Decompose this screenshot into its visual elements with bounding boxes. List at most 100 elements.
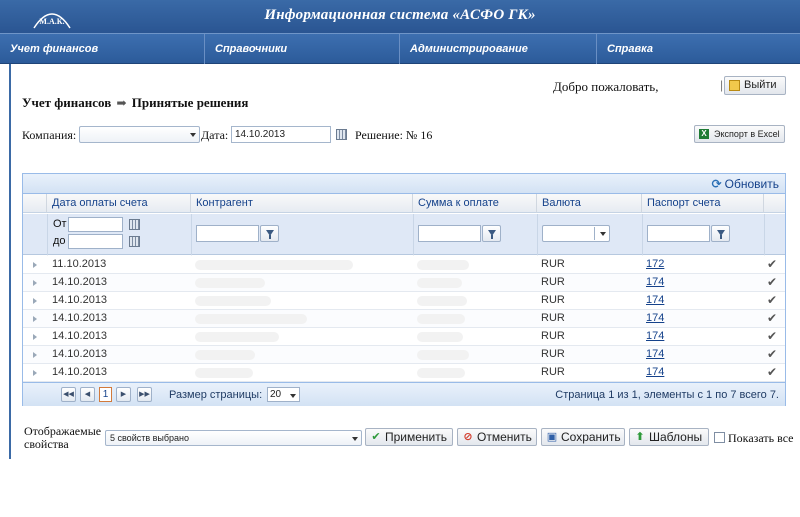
column-header-passport[interactable]: Паспорт счета: [642, 194, 764, 213]
check-icon: ✔: [371, 431, 381, 443]
company-select[interactable]: [79, 126, 200, 143]
apply-button[interactable]: ✔ Применить: [365, 428, 453, 446]
logout-label: Выйти: [744, 79, 777, 91]
date-input[interactable]: 14.10.2013: [231, 126, 331, 143]
next-page-button[interactable]: ▶: [116, 387, 131, 402]
row-expander-icon[interactable]: [33, 280, 37, 286]
row-expander-icon[interactable]: [33, 370, 37, 376]
row-amount: [417, 350, 469, 360]
table-row[interactable]: 14.10.2013 RUR 174 ✔: [23, 364, 785, 382]
row-expander-icon[interactable]: [33, 334, 37, 340]
displayed-properties-value: 5 свойств выбрано: [110, 433, 190, 443]
cancel-button[interactable]: ⊘ Отменить: [457, 428, 537, 446]
row-date: 14.10.2013: [52, 366, 108, 378]
row-passport-link[interactable]: 174: [646, 328, 664, 345]
calendar-icon[interactable]: [129, 219, 140, 230]
table-row[interactable]: 14.10.2013 RUR 174 ✔: [23, 292, 785, 310]
displayed-properties-select[interactable]: 5 свойств выбрано: [105, 430, 362, 446]
menu-item-help[interactable]: Справка: [596, 34, 800, 64]
check-icon: ✔: [767, 329, 778, 343]
amount-filter-button[interactable]: [482, 225, 501, 242]
counterparty-filter-button[interactable]: [260, 225, 279, 242]
page-size-label: Размер страницы:: [169, 389, 263, 401]
refresh-label: Обновить: [724, 177, 779, 191]
filter-separator: [537, 214, 538, 255]
menu-item-finance[interactable]: Учет финансов: [0, 34, 203, 64]
excel-icon: X: [699, 129, 709, 139]
check-icon: ✔: [767, 347, 778, 361]
row-amount: [417, 260, 469, 270]
row-passport-link[interactable]: 172: [646, 256, 664, 273]
calendar-icon[interactable]: [336, 129, 347, 140]
column-header-payment-date[interactable]: Дата оплаты счета: [47, 194, 191, 213]
user-name: [670, 80, 718, 94]
date-to-input[interactable]: [68, 234, 123, 249]
show-all-checkbox[interactable]: [714, 432, 725, 443]
templates-button[interactable]: ⬆ Шаблоны: [629, 428, 709, 446]
row-counterparty: [195, 350, 255, 360]
passport-filter-button[interactable]: [711, 225, 730, 242]
filter-separator: [191, 214, 192, 255]
row-expander-icon[interactable]: [33, 298, 37, 304]
amount-filter-input[interactable]: [418, 225, 481, 242]
row-date: 14.10.2013: [52, 330, 108, 342]
row-counterparty: [195, 368, 253, 378]
page-size-value: 20: [270, 389, 282, 400]
table-row[interactable]: 14.10.2013 RUR 174 ✔: [23, 346, 785, 364]
row-expander-icon[interactable]: [33, 352, 37, 358]
check-icon: ✔: [767, 275, 778, 289]
row-expander-icon[interactable]: [33, 316, 37, 322]
row-currency: RUR: [541, 348, 565, 360]
breadcrumb-section[interactable]: Учет финансов: [22, 95, 111, 110]
grid-toolbar: ⟳ Обновить: [23, 174, 785, 194]
menu-item-administration[interactable]: Администрирование: [399, 34, 595, 64]
date-from-label: От: [53, 218, 67, 230]
welcome-text: Добро пожаловать,: [553, 79, 659, 94]
last-page-button[interactable]: ▶▶: [137, 387, 152, 402]
logout-button[interactable]: Выйти: [724, 76, 786, 95]
passport-filter-input[interactable]: [647, 225, 710, 242]
row-expander-icon[interactable]: [33, 262, 37, 268]
row-amount: [417, 368, 465, 378]
row-passport-link[interactable]: 174: [646, 346, 664, 363]
row-passport-link[interactable]: 174: [646, 274, 664, 291]
row-counterparty: [195, 314, 307, 324]
breadcrumb: Учет финансов ➡ Принятые решения: [22, 95, 248, 111]
export-excel-button[interactable]: X Экспорт в Excel: [694, 125, 785, 143]
table-row[interactable]: 11.10.2013 RUR 172 ✔: [23, 256, 785, 274]
funnel-stem: [491, 235, 493, 239]
refresh-button[interactable]: ⟳ Обновить: [712, 177, 779, 191]
row-amount: [417, 296, 467, 306]
row-passport-link[interactable]: 174: [646, 310, 664, 327]
decision-number: Решение: № 16: [355, 128, 433, 142]
row-passport-link[interactable]: 174: [646, 364, 664, 381]
column-header-currency[interactable]: Валюта: [537, 194, 642, 213]
page-size-select[interactable]: 20: [267, 387, 300, 402]
first-page-button[interactable]: ◀◀: [61, 387, 76, 402]
check-icon: ✔: [767, 257, 778, 271]
row-passport-link[interactable]: 174: [646, 292, 664, 309]
main-menu: Учет финансов Справочники Администрирова…: [0, 33, 800, 64]
table-row[interactable]: 14.10.2013 RUR 174 ✔: [23, 274, 785, 292]
app-title: Информационная система «АСФО ГК»: [264, 7, 536, 23]
funnel-stem: [720, 235, 722, 239]
currency-filter-select[interactable]: [542, 225, 610, 242]
row-date: 14.10.2013: [52, 312, 108, 324]
current-page-number[interactable]: 1: [99, 387, 112, 402]
user-separator: |: [720, 78, 724, 92]
save-button[interactable]: ▣ Сохранить: [541, 428, 625, 446]
row-currency: RUR: [541, 366, 565, 378]
column-header-amount[interactable]: Сумма к оплате: [413, 194, 537, 213]
column-header-counterparty[interactable]: Контрагент: [191, 194, 413, 213]
date-from-input[interactable]: [68, 217, 123, 232]
cancel-icon: ⊘: [463, 431, 473, 443]
table-row[interactable]: 14.10.2013 RUR 174 ✔: [23, 310, 785, 328]
calendar-icon[interactable]: [129, 236, 140, 247]
table-row[interactable]: 14.10.2013 RUR 174 ✔: [23, 328, 785, 346]
app-header: М.А.К. Информационная система «АСФО ГК»: [0, 0, 800, 33]
row-currency: RUR: [541, 330, 565, 342]
counterparty-filter-input[interactable]: [196, 225, 259, 242]
menu-item-directories[interactable]: Справочники: [204, 34, 398, 64]
prev-page-button[interactable]: ◀: [80, 387, 95, 402]
row-currency: RUR: [541, 258, 565, 270]
